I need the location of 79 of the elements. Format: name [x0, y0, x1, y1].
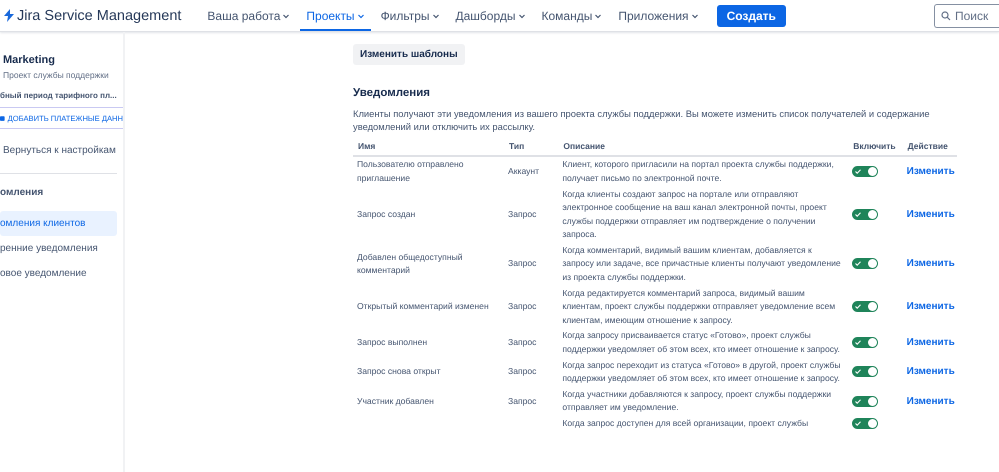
notification-description: Когда запрос переходит из статуса «Готово» в другой, проект службы поддержки уведомляет об этом всех, кто имеет отношение к запросу.	[562, 360, 841, 384]
check-icon	[855, 261, 862, 266]
column-header: Действие	[902, 137, 957, 156]
edit-link[interactable]: Изменить	[906, 208, 955, 220]
trial-notice: бный период тарифного пл...	[0, 91, 118, 100]
notification-description: Когда комментарий, видимый вашим клиентам, добавляется к запросу или задаче, все причастные клиенты получают уведомление из проекта службы поддержки.	[562, 244, 841, 282]
column-header: Тип	[504, 137, 558, 156]
notification-description: Когда редактируется комментарий запроса, видимый вашим клиентам, проект службы поддержки отправляет уведомление всем клиентам, имеющим отношение к запросу.	[562, 288, 836, 325]
check-icon	[855, 304, 862, 310]
edit-link[interactable]: Изменить	[906, 366, 955, 378]
section-description: Клиенты получают эти уведомления из вашего проекта службы поддержки. Вы можете изменить список получателей и содержание уведомлений или отключить их рассылку.	[353, 107, 931, 134]
toggle-switch[interactable]	[852, 418, 878, 429]
sidebar-item[interactable]: омления клиентов	[0, 211, 117, 236]
notification-name: Запрос выполнен	[357, 337, 428, 348]
column-header: Описание	[558, 137, 848, 156]
create-button[interactable]: Создать	[716, 4, 786, 26]
search-icon	[941, 10, 951, 20]
sidebar-item[interactable]: ренние уведомления	[0, 236, 117, 261]
column-header: Включить	[848, 137, 903, 156]
sidebar-item[interactable]: овое уведомление	[0, 261, 117, 286]
nav-tab[interactable]: Команды	[536, 0, 608, 31]
back-link[interactable]: Вернуться к настройкам	[0, 129, 117, 174]
nav-tab[interactable]: Фильтры	[374, 0, 446, 31]
edit-link[interactable]: Изменить	[906, 166, 955, 178]
check-icon	[855, 212, 862, 217]
notification-name: Открытый комментарий изменен	[357, 301, 489, 312]
notification-description: Когда запрос доступен для всей организации, проект службы	[562, 418, 808, 428]
nav-tab[interactable]: Ваша работа	[201, 0, 296, 31]
chevron-down-icon	[282, 12, 290, 20]
check-icon	[855, 421, 862, 426]
check-icon	[855, 169, 862, 174]
section-title: Уведомления	[353, 87, 431, 99]
project-type: Проект службы поддержки	[2, 69, 110, 80]
notification-type: Запрос	[508, 396, 536, 406]
edit-link[interactable]: Изменить	[906, 396, 955, 407]
toggle-switch[interactable]	[852, 366, 878, 378]
notification-name: Запрос снова открыт	[357, 366, 441, 376]
sidebar-section-title: омления	[0, 186, 44, 200]
notification-type: Запрос	[508, 301, 536, 312]
nav-tab[interactable]: Приложения	[612, 0, 705, 31]
edit-link[interactable]: Изменить	[906, 258, 955, 270]
nav-tab[interactable]: Проекты	[300, 0, 371, 31]
edit-link[interactable]: Изменить	[906, 301, 955, 312]
chevron-down-icon	[594, 12, 602, 20]
notification-description: Когда клиенты создают запрос на портале или отправляют электронное сообщение на ваш канал электронной почты, проект службы поддержки отправляет им подтверждение о получении запроса.	[562, 188, 827, 240]
notification-type: Аккаунт	[508, 166, 540, 176]
notification-type: Запрос	[508, 337, 536, 348]
notification-name: Запрос создан	[357, 208, 416, 219]
notification-description: Когда участники добавляются к запросу, проект службы поддержки отправляет им уведомление.	[562, 388, 832, 412]
check-icon	[855, 340, 862, 346]
nav-tab[interactable]: Дашборды	[450, 0, 532, 31]
chevron-down-icon	[356, 12, 365, 20]
chevron-down-icon	[518, 12, 526, 20]
notification-type: Запрос	[508, 366, 536, 376]
toggle-switch[interactable]	[852, 301, 878, 312]
chevron-down-icon	[432, 12, 440, 20]
toggle-switch[interactable]	[852, 337, 878, 348]
toggle-switch[interactable]	[852, 208, 878, 220]
search-field[interactable]: Поиск	[934, 4, 999, 28]
product-name: Jira Service Management	[17, 8, 182, 24]
notification-name: Добавлен общедоступный комментарий	[357, 252, 463, 276]
toggle-switch[interactable]	[852, 258, 878, 270]
column-header: Имя	[353, 137, 504, 156]
notification-name: Участник добавлен	[357, 396, 434, 406]
chevron-down-icon	[690, 12, 699, 20]
toggle-switch[interactable]	[852, 396, 878, 407]
toggle-switch[interactable]	[852, 166, 878, 178]
lightning-bolt-icon	[4, 9, 14, 22]
check-icon	[855, 398, 862, 404]
project-name: Marketing	[2, 53, 56, 66]
notification-description: Клиент, которого пригласили на портал проекта службы поддержки, получает письмо по электронной почте.	[562, 159, 834, 183]
check-icon	[855, 369, 862, 374]
edit-templates-button[interactable]: Изменить шаблоны	[353, 44, 465, 65]
edit-link[interactable]: Изменить	[906, 337, 955, 348]
notification-type: Запрос	[508, 208, 536, 219]
notification-name: Пользователю отправлено приглашение	[357, 159, 464, 183]
notification-type: Запрос	[508, 258, 536, 268]
notification-description: Когда запросу присваивается статус «Готово», проект службы поддержки уведомляет об этом всех, кто имеет отношение к запросу.	[562, 330, 840, 354]
card-icon	[0, 114, 5, 122]
